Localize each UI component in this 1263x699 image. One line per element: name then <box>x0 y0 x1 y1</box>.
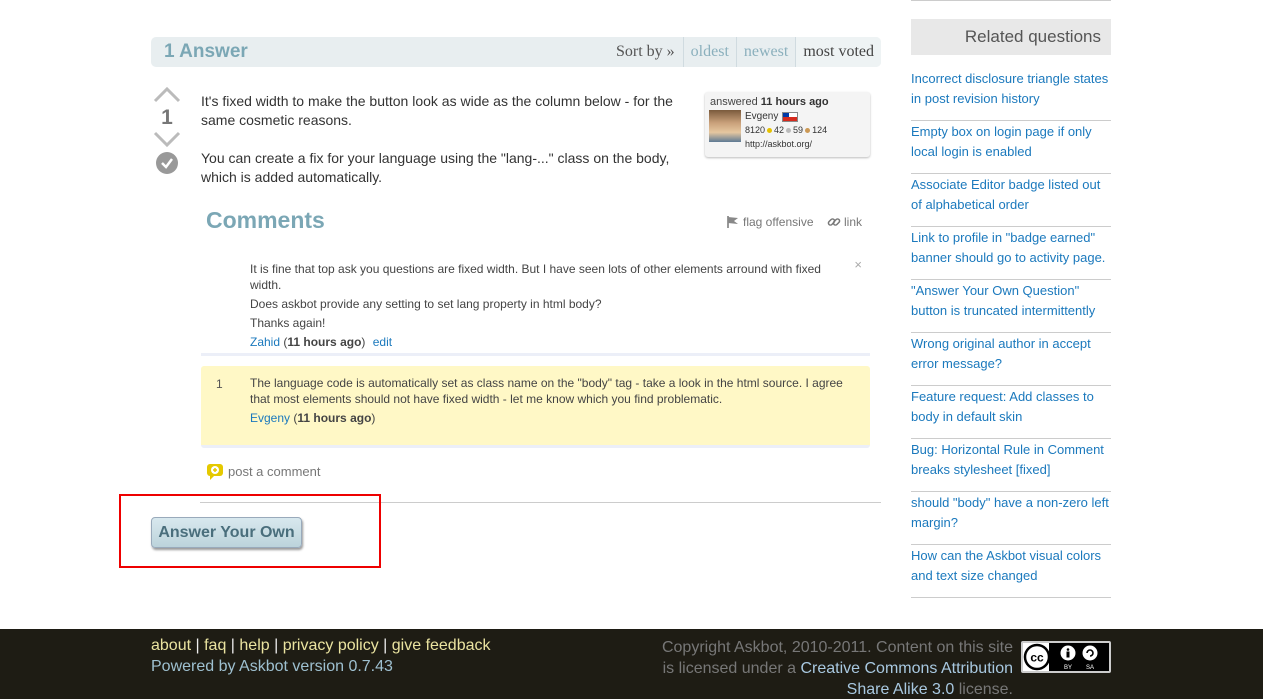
user-link[interactable]: Evgeny <box>745 111 778 122</box>
footer: about | faq | help | privacy policy | gi… <box>0 629 1263 699</box>
related-question-link[interactable]: Bug: Horizontal Rule in Comment breaks s… <box>911 442 1104 477</box>
footer-links: about | faq | help | privacy policy | gi… <box>151 637 491 654</box>
list-item: "Answer Your Own Question" button is tru… <box>911 280 1111 333</box>
delete-comment-icon[interactable]: × <box>854 257 862 273</box>
avatar[interactable] <box>709 110 741 142</box>
footer-link-privacy[interactable]: privacy policy <box>283 637 379 654</box>
related-question-link[interactable]: Incorrect disclosure triangle states in … <box>911 71 1108 106</box>
silver-badge-icon <box>786 128 792 134</box>
flag-offensive-button[interactable]: flag offensive <box>726 215 814 229</box>
footer-link-faq[interactable]: faq <box>204 637 226 654</box>
accept-answer-icon[interactable] <box>156 152 178 174</box>
answers-count: 1 Answer <box>164 41 248 62</box>
answer-your-own-button[interactable]: Answer Your Own <box>151 517 302 548</box>
related-question-link[interactable]: Wrong original author in accept error me… <box>911 336 1091 371</box>
vote-count: 1 <box>161 106 173 129</box>
list-item: Empty box on login page if only local lo… <box>911 121 1111 174</box>
link-icon <box>827 218 841 226</box>
related-questions-list: Incorrect disclosure triangle states in … <box>911 68 1111 598</box>
comment-text: The language code is automatically set a… <box>250 375 850 426</box>
list-item: should "body" have a non-zero left margi… <box>911 492 1111 545</box>
answered-time: answered 11 hours ago <box>710 96 829 108</box>
comment-time: 11 hours ago <box>287 335 362 349</box>
sort-tabs: Sort by » oldest newest most voted <box>608 37 881 67</box>
list-item: How can the Askbot visual colors and tex… <box>911 545 1111 598</box>
divider <box>911 0 1111 1</box>
cc-by-label: BY <box>1064 665 1072 671</box>
comment-author-link[interactable]: Evgeny <box>250 411 290 425</box>
cc-license-icon[interactable]: cc BY SA <box>1021 641 1111 673</box>
related-question-link[interactable]: Associate Editor badge listed out of alp… <box>911 177 1100 212</box>
answer-paragraph: You can create a fix for your language u… <box>201 150 670 185</box>
answer-paragraph: It's fixed width to make the button look… <box>201 93 673 128</box>
comment: It is fine that top ask you questions ar… <box>201 252 870 356</box>
cc-sa-label: SA <box>1086 665 1094 671</box>
comment-edit-link[interactable]: edit <box>373 335 392 349</box>
comment-meta: Evgeny (11 hours ago) <box>250 411 376 425</box>
answers-header: 1 Answer Sort by » oldest newest most vo… <box>151 37 881 67</box>
powered-by: Powered by Askbot version 0.7.43 <box>151 658 393 675</box>
list-item: Wrong original author in accept error me… <box>911 333 1111 386</box>
related-questions-title: Related questions <box>911 19 1111 55</box>
footer-link-about[interactable]: about <box>151 637 191 654</box>
svg-text:cc: cc <box>1030 651 1044 665</box>
user-website[interactable]: http://askbot.org/ <box>745 139 812 149</box>
permalink-button[interactable]: link <box>827 215 862 229</box>
comment: 1 The language code is automatically set… <box>201 366 870 448</box>
add-comment-icon <box>207 464 223 480</box>
tab-oldest[interactable]: oldest <box>682 37 736 67</box>
bronze-badge-icon <box>805 128 811 134</box>
related-question-link[interactable]: Empty box on login page if only local lo… <box>911 124 1092 159</box>
related-question-link[interactable]: "Answer Your Own Question" button is tru… <box>911 283 1095 318</box>
footer-link-feedback[interactable]: give feedback <box>392 637 491 654</box>
post-comment-link[interactable]: post a comment <box>206 463 321 480</box>
tab-most-voted[interactable]: most voted <box>795 37 881 67</box>
comment-score: 1 <box>216 377 223 391</box>
flag-icon <box>727 216 738 228</box>
related-question-link[interactable]: How can the Askbot visual colors and tex… <box>911 548 1101 583</box>
footer-link-help[interactable]: help <box>239 637 269 654</box>
list-item: Feature request: Add classes to body in … <box>911 386 1111 439</box>
user-stats: 8120 42 59 124 <box>745 125 828 135</box>
comment-text: It is fine that top ask you questions ar… <box>250 261 850 350</box>
vote-down-icon[interactable] <box>152 128 182 153</box>
sort-label: Sort by » <box>616 43 675 60</box>
related-question-link[interactable]: Link to profile in "badge earned" banner… <box>911 230 1105 265</box>
comments-title: Comments <box>206 207 325 233</box>
user-card: answered 11 hours ago Evgeny 8120 42 59 124… <box>705 92 870 157</box>
list-item: Bug: Horizontal Rule in Comment breaks s… <box>911 439 1111 492</box>
list-item: Link to profile in "badge earned" banner… <box>911 227 1111 280</box>
answer-body: It's fixed width to make the button look… <box>201 92 691 206</box>
comment-time: 11 hours ago <box>297 411 372 425</box>
tab-newest[interactable]: newest <box>735 37 795 67</box>
comment-meta: Zahid (11 hours ago) edit <box>250 335 393 349</box>
list-item: Incorrect disclosure triangle states in … <box>911 68 1111 121</box>
comment-author-link[interactable]: Zahid <box>250 335 280 349</box>
related-question-link[interactable]: Feature request: Add classes to body in … <box>911 389 1094 424</box>
copyright: Copyright Askbot, 2010-2011. Content on … <box>661 639 1013 698</box>
gold-badge-icon <box>767 128 773 134</box>
list-item: Associate Editor badge listed out of alp… <box>911 174 1111 227</box>
country-flag-icon <box>782 112 798 122</box>
related-question-link[interactable]: should "body" have a non-zero left margi… <box>911 495 1109 530</box>
